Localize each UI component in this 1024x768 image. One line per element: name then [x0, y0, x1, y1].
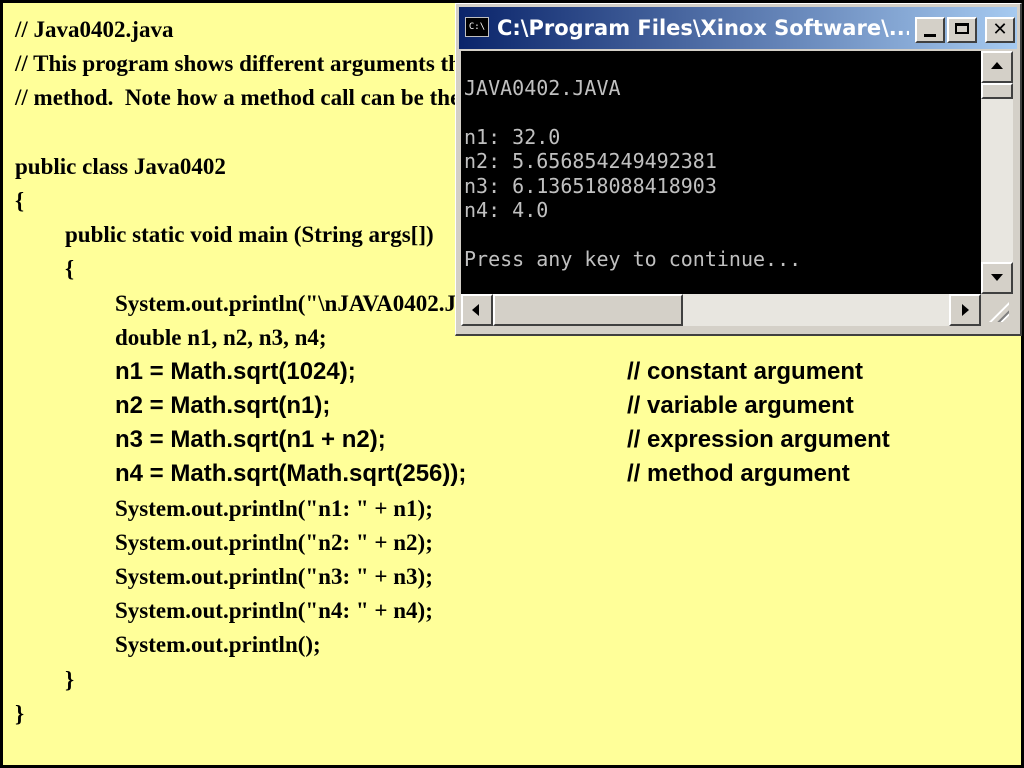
code-statement: n3 = Math.sqrt(n1 + n2);	[115, 426, 386, 454]
console-window[interactable]: C:\ C:\Program Files\Xinox Software\... …	[455, 3, 1022, 336]
code-line: System.out.println();	[115, 632, 321, 658]
console-line: n2: 5.656854249492381	[464, 149, 717, 173]
code-comment: // expression argument	[627, 426, 890, 454]
highlighted-code-line: n4 = Math.sqrt(Math.sqrt(256)); // metho…	[15, 457, 850, 491]
minimize-icon	[924, 34, 936, 37]
code-statement: n4 = Math.sqrt(Math.sqrt(256));	[115, 460, 467, 488]
console-title-bar[interactable]: C:\ C:\Program Files\Xinox Software\... …	[459, 7, 1017, 49]
maximize-icon	[955, 23, 969, 34]
code-comment: // method argument	[627, 460, 850, 488]
horizontal-scrollbar[interactable]	[461, 294, 981, 326]
minimize-button[interactable]	[915, 17, 945, 43]
scroll-right-button[interactable]	[949, 294, 981, 326]
code-line: }	[65, 666, 75, 692]
close-button[interactable]: ✕	[985, 17, 1015, 43]
code-comment: // constant argument	[627, 357, 864, 385]
code-line: }	[15, 700, 25, 726]
vertical-scroll-thumb[interactable]	[981, 83, 1013, 99]
scroll-up-button[interactable]	[981, 51, 1013, 83]
console-line: n3: 6.136518088418903	[464, 173, 717, 198]
scroll-right-icon	[962, 304, 969, 316]
maximize-button[interactable]	[947, 17, 977, 43]
code-line: System.out.println("n3: " + n3);	[115, 564, 433, 589]
horizontal-scroll-thumb[interactable]	[493, 294, 683, 326]
close-icon: ✕	[992, 19, 1008, 40]
console-line: n4: 4.0	[464, 198, 549, 222]
highlighted-code-line: n3 = Math.sqrt(n1 + n2); // expression a…	[15, 423, 890, 457]
code-statement: n1 = Math.sqrt(1024);	[115, 357, 356, 385]
console-line: n1: 32.0	[464, 124, 561, 149]
console-line: Press any key to continue...	[464, 247, 802, 271]
scroll-left-icon	[472, 304, 479, 316]
code-line: System.out.println("n1: " + n1);	[115, 495, 433, 521]
window-title: C:\Program Files\Xinox Software\...	[497, 16, 909, 40]
vertical-scrollbar[interactable]	[981, 51, 1013, 294]
resize-grip-icon	[989, 302, 1009, 322]
resize-grip[interactable]	[981, 294, 1013, 326]
scroll-down-button[interactable]	[981, 262, 1013, 294]
console-line: JAVA0402.JAVA	[464, 75, 621, 100]
scroll-up-icon	[991, 62, 1003, 69]
scroll-down-icon	[991, 274, 1003, 281]
scroll-left-button[interactable]	[461, 294, 493, 326]
code-comment: // variable argument	[627, 392, 854, 420]
code-line: System.out.println("n2: " + n2);	[115, 529, 433, 555]
console-app-icon[interactable]: C:\	[465, 17, 489, 37]
code-statement: n2 = Math.sqrt(n1);	[115, 392, 331, 420]
highlighted-code-line: n2 = Math.sqrt(n1); // variable argument	[15, 389, 854, 423]
console-spacer	[461, 51, 981, 76]
highlighted-code-line: n1 = Math.sqrt(1024); // constant argume…	[15, 355, 863, 389]
console-output[interactable]: JAVA0402.JAVA n1: 32.0 n2: 5.65685424949…	[461, 51, 981, 294]
code-line: System.out.println("n4: " + n4);	[115, 598, 433, 624]
